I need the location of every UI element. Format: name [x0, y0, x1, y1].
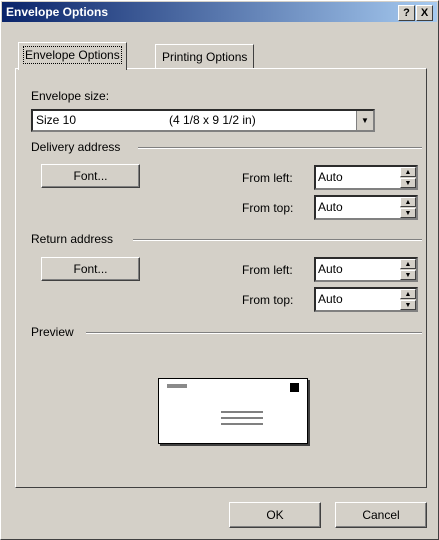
delivery-from-top-value: Auto	[318, 200, 343, 214]
divider	[138, 147, 422, 149]
divider	[133, 239, 422, 241]
envelope-size-dims: (4 1/8 x 9 1/2 in)	[169, 113, 256, 127]
envelope-options-dialog: Envelope Options ? X Envelope Options Pr…	[0, 0, 439, 540]
return-from-top-spinner[interactable]: Auto ▲ ▼	[314, 287, 418, 312]
return-address-heading: Return address	[31, 232, 114, 246]
spin-down-icon[interactable]: ▼	[400, 270, 416, 280]
delivery-from-left-value: Auto	[318, 170, 343, 184]
return-from-left-value: Auto	[318, 262, 343, 276]
return-from-top-value: Auto	[318, 292, 343, 306]
delivery-from-top-spinner[interactable]: Auto ▲ ▼	[314, 195, 418, 220]
spin-up-icon[interactable]: ▲	[400, 259, 416, 269]
envelope-size-select[interactable]: Size 10 (4 1/8 x 9 1/2 in) ▼	[31, 109, 375, 132]
return-address-mark	[167, 384, 187, 388]
return-from-left-spinner[interactable]: Auto ▲ ▼	[314, 257, 418, 282]
delivery-from-left-spinner[interactable]: Auto ▲ ▼	[314, 165, 418, 190]
spin-up-icon[interactable]: ▲	[400, 167, 416, 177]
spin-down-icon[interactable]: ▼	[400, 208, 416, 218]
envelope-size-label: Envelope size:	[31, 89, 110, 103]
envelope-preview[interactable]	[158, 378, 308, 444]
delivery-address-heading: Delivery address	[31, 140, 121, 154]
ok-button[interactable]: OK	[229, 502, 321, 528]
delivery-font-button[interactable]: Font...	[41, 164, 140, 188]
return-from-left-label: From left:	[242, 263, 293, 277]
spin-down-icon[interactable]: ▼	[400, 300, 416, 310]
preview-heading: Preview	[31, 325, 74, 339]
spin-up-icon[interactable]: ▲	[400, 289, 416, 299]
divider	[86, 332, 422, 334]
return-font-button[interactable]: Font...	[41, 257, 140, 281]
return-from-top-label: From top:	[242, 293, 294, 307]
stamp-icon	[290, 383, 299, 392]
address-line	[221, 417, 263, 419]
envelope-size-name: Size 10	[36, 113, 77, 127]
spin-down-icon[interactable]: ▼	[400, 178, 416, 188]
chevron-down-icon[interactable]: ▼	[356, 111, 373, 130]
spin-up-icon[interactable]: ▲	[400, 197, 416, 207]
cancel-button[interactable]: Cancel	[335, 502, 427, 528]
delivery-from-left-label: From left:	[242, 171, 293, 185]
delivery-from-top-label: From top:	[242, 201, 294, 215]
address-line	[221, 423, 263, 425]
address-line	[221, 411, 263, 413]
